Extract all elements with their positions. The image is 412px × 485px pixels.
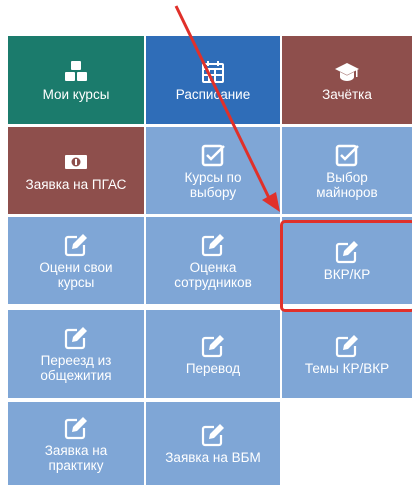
edit-icon [200,232,226,258]
edit-icon [200,333,226,359]
edit-icon [63,325,89,351]
edit-icon [334,239,360,265]
tile-pgas-application[interactable]: Заявка на ПГАС [8,127,144,214]
tile-staff-evaluation[interactable]: Оценка сотрудников [146,217,280,304]
tile-my-courses[interactable]: Мои курсы [8,36,144,124]
tile-vkr-kr[interactable]: ВКР/КР [282,217,412,304]
tile-minor-selection[interactable]: Выбор майноров [282,127,412,214]
tile-elective-courses[interactable]: Курсы по выбору [146,127,280,214]
cubes-icon [63,59,89,85]
tile-label: Зачётка [322,86,372,102]
tile-record-book[interactable]: Зачётка [282,36,412,124]
tile-label: Заявка на ВБМ [165,450,261,465]
tile-label: Оцени свои курсы [39,259,113,290]
edit-icon [334,333,360,359]
tile-label: Переезд из общежития [40,353,112,383]
calendar-icon [200,59,226,85]
tile-internship-application[interactable]: Заявка на практику [8,402,144,485]
tile-transfer[interactable]: Перевод [146,310,280,398]
edit-icon [200,422,226,448]
tile-label: Заявка на ПГАС [25,177,127,192]
tile-label: Оценка сотрудников [174,259,252,290]
edit-icon [63,415,89,441]
tile-kr-vkr-topics[interactable]: Темы КР/ВКР [282,310,412,398]
tile-dormitory-move[interactable]: Переезд из общежития [8,310,144,398]
tile-label: Расписание [175,86,251,102]
tile-label: ВКР/КР [323,267,371,282]
tile-label: Мои курсы [42,86,110,102]
tile-vbm-application[interactable]: Заявка на ВБМ [146,402,280,485]
tile-label: Выбор майноров [316,169,378,200]
graduation-cap-icon [334,59,360,85]
tile-schedule[interactable]: Расписание [146,36,280,124]
checkbox-icon [200,142,226,168]
checkbox-icon [334,142,360,168]
edit-icon [63,232,89,258]
tile-label: Темы КР/ВКР [304,360,390,376]
money-icon [63,149,89,175]
tile-label: Перевод [185,360,241,376]
tile-rate-your-courses[interactable]: Оцени свои курсы [8,217,144,304]
tile-label: Заявка на практику [44,442,108,473]
tile-label: Курсы по выбору [184,169,242,200]
